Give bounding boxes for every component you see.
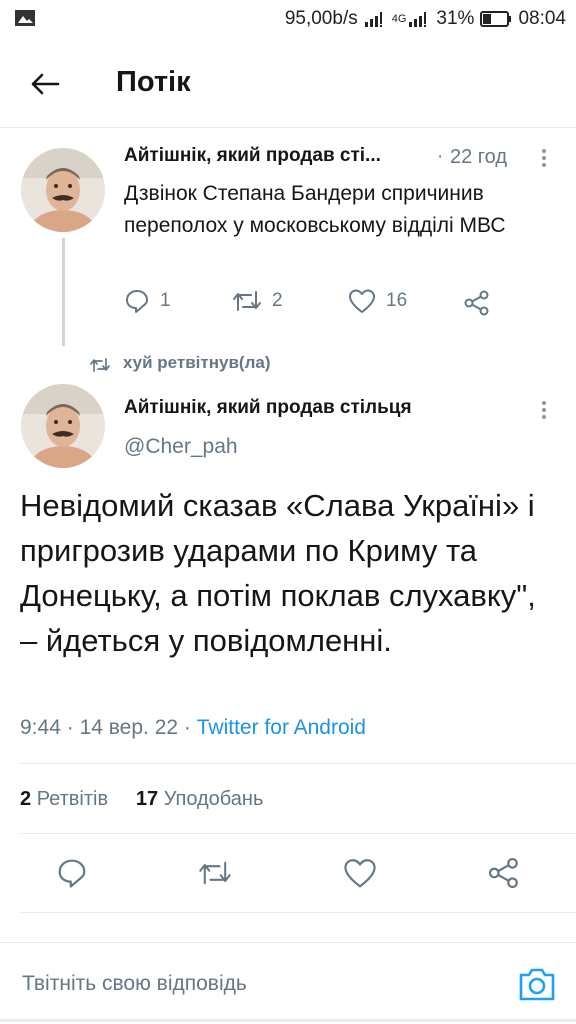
tweet-source-link[interactable]: Twitter for Android	[197, 716, 366, 739]
parent-tweet-time: 22 год	[450, 146, 508, 168]
main-tweet-author[interactable]: Айтішнік, який продав стільця	[124, 397, 412, 419]
retweet-button[interactable]: 2	[232, 288, 283, 314]
reply-input[interactable]: Твітніть свою відповідь	[0, 943, 576, 1024]
reply-underline	[0, 1019, 576, 1022]
retweet-icon	[199, 861, 231, 885]
retweeted-by-label[interactable]: хуй ретвітнув(ла)	[123, 353, 270, 373]
reply-button[interactable]: 1	[124, 288, 171, 314]
status-indicators: 95,00b/s 4G 31% 08:04	[285, 6, 566, 32]
likes-stat[interactable]: 17 Уподобань	[136, 788, 264, 810]
meta-dot: ·	[183, 716, 191, 739]
heart-icon	[344, 859, 376, 888]
tweet-time: 9:44	[20, 716, 61, 739]
divider	[20, 833, 576, 834]
battery-icon	[480, 11, 512, 27]
parent-tweet-author[interactable]: Айтішнік, який продав сті...	[124, 145, 381, 167]
divider	[20, 763, 576, 764]
reply-count: 1	[160, 290, 171, 311]
divider	[20, 912, 576, 913]
retweet-button[interactable]	[198, 856, 232, 890]
meta-dot: ·	[66, 716, 74, 739]
heart-icon	[349, 289, 375, 313]
retweets-stat[interactable]: 2 Ретвітів	[20, 788, 108, 810]
back-button[interactable]	[22, 64, 68, 104]
retweet-icon	[233, 291, 261, 311]
share-icon	[488, 857, 518, 889]
reply-button[interactable]	[55, 856, 89, 890]
retweet-count: 2	[272, 290, 283, 311]
reply-icon	[58, 859, 86, 888]
main-avatar[interactable]	[21, 384, 105, 468]
signal-icon	[364, 12, 382, 27]
back-arrow-icon	[31, 73, 60, 95]
like-button[interactable]	[343, 856, 377, 890]
camera-icon[interactable]	[517, 965, 557, 1003]
reply-placeholder: Твітніть свою відповідь	[22, 972, 247, 995]
gallery-notification-icon	[15, 10, 35, 26]
retweet-small-icon	[90, 358, 110, 372]
retweets-stat-count: 2	[20, 788, 32, 810]
share-button[interactable]	[487, 856, 521, 890]
like-count: 16	[386, 290, 408, 311]
avatar[interactable]	[21, 148, 105, 232]
parent-tweet-text[interactable]: Дзвінок Степана Бандери спричинив перепо…	[124, 178, 554, 242]
share-icon[interactable]	[463, 290, 491, 316]
retweets-stat-label: Ретвітів	[36, 788, 109, 810]
main-tweet-text: Невідомий сказав «Слава Україні» і пригр…	[20, 488, 536, 658]
avatar-photo	[21, 384, 105, 468]
likes-stat-label: Уподобань	[163, 788, 264, 810]
more-options-icon[interactable]	[532, 146, 556, 170]
page-title: Потік	[116, 66, 191, 98]
avatar-photo	[21, 148, 105, 232]
tweet-meta: 9:44 · 14 вер. 22 · Twitter for Android	[20, 716, 366, 740]
reply-icon	[126, 290, 148, 313]
more-options-icon[interactable]	[532, 398, 556, 422]
likes-stat-count: 17	[135, 788, 159, 810]
thread-line	[62, 238, 65, 346]
signal-icon-2	[409, 12, 427, 27]
tweet-stats: 2 Ретвітів 17 Уподобань	[20, 788, 263, 811]
network-type: 4G	[391, 13, 407, 25]
separator-dot: ·	[437, 146, 444, 167]
top-app-bar: Потік	[0, 38, 576, 128]
clock: 08:04	[518, 8, 566, 29]
tweet-date: 14 вер. 22	[79, 716, 179, 739]
battery-percent: 31%	[436, 8, 475, 29]
network-speed: 95,00b/s	[284, 8, 358, 29]
status-bar: 95,00b/s 4G 31% 08:04	[0, 0, 576, 38]
like-button[interactable]: 16	[348, 288, 407, 314]
main-tweet-handle[interactable]: @Cher_pah	[124, 435, 238, 459]
